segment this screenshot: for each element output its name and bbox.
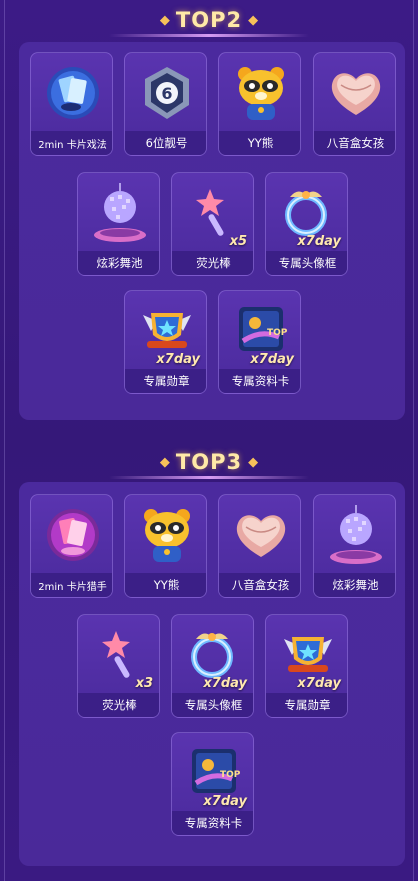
svg-text:TOP: TOP xyxy=(220,770,241,780)
reward-label: 2min 卡片猎手 xyxy=(31,573,112,597)
reward-card[interactable]: 2min 卡片猎手 xyxy=(30,494,113,598)
reward-card[interactable]: 炫彩舞池 xyxy=(313,494,396,598)
diamond-left-icon: ◆ xyxy=(159,454,170,470)
diamond-right-icon: ◆ xyxy=(248,454,259,470)
quantity-badge: x7day xyxy=(297,234,341,249)
reward-label: 荧光棒 xyxy=(172,251,253,275)
reward-label: 专属头像框 xyxy=(172,693,253,717)
reward-label: YY熊 xyxy=(125,573,206,597)
reward-card[interactable]: x7day 专属勋章 xyxy=(265,614,348,718)
quantity-badge: x7day xyxy=(156,352,200,367)
reward-card[interactable]: x3 荧光棒 xyxy=(77,614,160,718)
music-box-icon xyxy=(331,73,380,115)
card-magic-icon xyxy=(46,67,99,119)
reward-card[interactable]: TOP x7day 专属资料卡 xyxy=(218,290,301,394)
reward-card[interactable]: YY熊 xyxy=(218,52,301,156)
reward-card[interactable]: TOP x7day 专属资料卡 xyxy=(171,732,254,836)
section-title: TOP2 xyxy=(175,8,243,32)
yy-bear-icon xyxy=(143,509,190,562)
reward-card[interactable]: x7day 专属头像框 xyxy=(171,614,254,718)
reward-label: 八音盒女孩 xyxy=(314,131,395,155)
quantity-badge: x7day xyxy=(250,352,294,367)
music-box-icon xyxy=(236,515,285,557)
disco-ball-icon xyxy=(329,505,382,564)
yy-bear-icon xyxy=(237,67,284,120)
reward-label: 专属勋章 xyxy=(266,693,347,717)
reward-card[interactable]: x7day 专属勋章 xyxy=(124,290,207,394)
svg-text:6: 6 xyxy=(161,84,172,103)
reward-card[interactable]: 6 6位靓号 xyxy=(124,52,207,156)
reward-label: 炫彩舞池 xyxy=(78,251,159,275)
reward-label: 炫彩舞池 xyxy=(314,573,395,597)
reward-card[interactable]: 2min 卡片戏法 xyxy=(30,52,113,156)
diamond-left-icon: ◆ xyxy=(159,12,170,28)
reward-label: 八音盒女孩 xyxy=(219,573,300,597)
reward-card[interactable]: 八音盒女孩 xyxy=(313,52,396,156)
quantity-badge: x7day xyxy=(297,676,341,691)
right-edge-line xyxy=(413,0,414,881)
reward-label: 6位靓号 xyxy=(125,131,206,155)
reward-card[interactable]: x7day 专属头像框 xyxy=(265,172,348,276)
reward-label: 专属资料卡 xyxy=(219,369,300,393)
title-underline xyxy=(109,34,309,37)
reward-label: 荧光棒 xyxy=(78,693,159,717)
left-edge-line xyxy=(4,0,5,881)
reward-label: 2min 卡片戏法 xyxy=(31,131,112,155)
quantity-badge: x7day xyxy=(203,794,247,809)
section-header-top3: ◆ TOP3 ◆ xyxy=(0,442,418,482)
title-underline xyxy=(109,476,309,479)
reward-label: 专属头像框 xyxy=(266,251,347,275)
reward-label: 专属资料卡 xyxy=(172,811,253,835)
reward-page: ◆ TOP2 ◆ 2min 卡片戏法 6 6位靓号 YY熊 八音盒女孩 炫彩舞池… xyxy=(0,0,418,881)
reward-label: 专属勋章 xyxy=(125,369,206,393)
section-header-top2: ◆ TOP2 ◆ xyxy=(0,0,418,40)
reward-card[interactable]: 八音盒女孩 xyxy=(218,494,301,598)
quantity-badge: x7day xyxy=(203,676,247,691)
section-title: TOP3 xyxy=(175,450,243,474)
reward-label: YY熊 xyxy=(219,131,300,155)
quantity-badge: x5 xyxy=(229,234,247,249)
number-6-badge-icon: 6 xyxy=(144,67,189,119)
svg-text:TOP: TOP xyxy=(267,328,288,338)
diamond-right-icon: ◆ xyxy=(248,12,259,28)
card-hunter-icon xyxy=(46,509,99,561)
reward-card[interactable]: x5 荧光棒 xyxy=(171,172,254,276)
reward-card[interactable]: 炫彩舞池 xyxy=(77,172,160,276)
quantity-badge: x3 xyxy=(135,676,153,691)
reward-card[interactable]: YY熊 xyxy=(124,494,207,598)
disco-ball-icon xyxy=(93,183,146,242)
